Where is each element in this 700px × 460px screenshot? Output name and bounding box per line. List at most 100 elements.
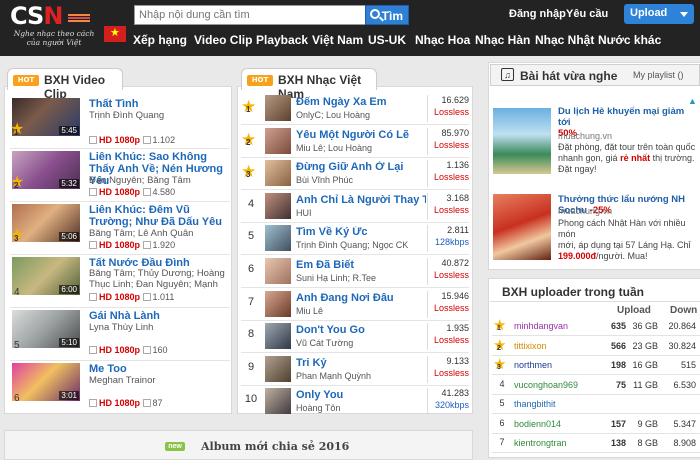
song-artist[interactable]: HUI — [296, 208, 426, 218]
video-title[interactable]: Gái Nhà Lành — [89, 310, 229, 322]
song-title[interactable]: Tri Kỷ — [296, 357, 426, 369]
video-row-5[interactable]: 5:10 5 Gái Nhà Lành Lyna Thùy Linh HD 10… — [10, 308, 230, 361]
ad-image[interactable] — [493, 108, 551, 174]
nav-item-viet-nam[interactable]: Việt Nam — [312, 33, 363, 47]
song-row-6[interactable]: 6 Em Đã Biết Suni Hạ Linh; R.Tee 40.872 Loss… — [241, 255, 469, 288]
search-input[interactable] — [134, 5, 366, 25]
nav-item-japanese[interactable]: Nhạc Nhật — [535, 33, 594, 47]
ad-image[interactable] — [493, 194, 551, 260]
album-section-title[interactable]: Album mới chia sẻ 2016 — [201, 440, 349, 453]
video-artist[interactable]: Lyna Thùy Linh — [89, 322, 229, 333]
video-row-1[interactable]: 5:45 ★ 1 Thất Tình Trịnh Đình Quang HD 10… — [10, 96, 230, 149]
uploader-name[interactable]: northmen — [514, 360, 604, 370]
nav-item-video-clip[interactable]: Video Clip — [194, 33, 252, 47]
video-artist[interactable]: Băng Tâm; Lê Anh Quân — [89, 228, 229, 239]
song-artist[interactable]: Trịnh Đình Quang; Ngọc CK — [296, 240, 426, 250]
search-button[interactable]: Tìm — [365, 5, 409, 25]
video-thumbnail[interactable]: 3:01 — [12, 363, 80, 401]
video-artist[interactable]: Trịnh Đình Quang — [89, 110, 229, 121]
video-thumbnail[interactable]: 5:10 — [12, 310, 80, 348]
video-row-4[interactable]: 6:00 4 Tất Nước Đầu Đình Băng Tâm; Thủy … — [10, 255, 230, 308]
song-title[interactable]: Đếm Ngày Xa Em — [296, 96, 426, 108]
uploader-name[interactable]: tittixixon — [514, 341, 604, 351]
artist-avatar[interactable] — [265, 355, 291, 382]
song-artist[interactable]: Bùi Vĩnh Phúc — [296, 175, 426, 185]
artist-avatar[interactable] — [265, 95, 291, 121]
video-artist[interactable]: Meghan Trainor — [89, 375, 229, 386]
my-playlist-link[interactable]: My playlist () — [633, 70, 684, 80]
uploader-name[interactable]: kientrongtran — [514, 438, 604, 448]
artist-avatar[interactable] — [265, 160, 291, 187]
site-logo[interactable]: CSN Nghe nhạc theo cách của người Việt — [4, 2, 128, 52]
song-title[interactable]: Only You — [296, 389, 426, 401]
video-artist[interactable]: Đan Nguyên; Băng Tâm — [89, 175, 229, 186]
video-title[interactable]: Thất Tình — [89, 98, 229, 110]
song-row-7[interactable]: 7 Anh Đang Nơi Đâu Miu Lê 15.946 Lossless — [241, 288, 469, 321]
recent-title[interactable]: Bài hát vừa nghe — [520, 69, 617, 83]
song-artist[interactable]: OnlyC; Lou Hoàng — [296, 110, 426, 120]
song-row-10[interactable]: 10 Only You Hoàng Tôn 41.283 320kbps — [241, 385, 469, 418]
video-artist[interactable]: Băng Tâm; Thủy Dương; Hoàng Thục Linh; Đa… — [89, 268, 229, 290]
video-row-2[interactable]: 5:32 ★ 2 Liên Khúc: Sao Không Thấy Anh Về… — [10, 149, 230, 202]
nav-item-us-uk[interactable]: US-UK — [368, 33, 406, 47]
uploader-row-5[interactable]: 5 thangbithit — [492, 395, 700, 414]
nav-item-chart[interactable]: Xếp hạng — [133, 33, 187, 47]
uploader-row-2[interactable]: ★ 2 tittixixon 566 23 GB 30.824 — [492, 337, 700, 356]
upload-count: 75 — [615, 379, 626, 390]
song-row-3[interactable]: ★ 3 Đừng Giữ Anh Ở Lại Bùi Vĩnh Phúc 1.136 Lo… — [241, 157, 469, 191]
song-title[interactable]: Yêu Một Người Có Lẽ — [296, 129, 426, 141]
song-title[interactable]: Tìm Về Ký Ức — [296, 226, 426, 238]
upload-button[interactable]: Upload — [624, 4, 694, 24]
video-title[interactable]: Me Too — [89, 363, 229, 375]
uploader-row-7[interactable]: 7 kientrongtran 138 8 GB 8.908 — [492, 434, 700, 453]
song-title[interactable]: Đừng Giữ Anh Ở Lại — [296, 161, 426, 173]
song-artist[interactable]: Miu Lê — [296, 306, 426, 316]
song-artist[interactable]: Suni Hạ Linh; R.Tee — [296, 273, 426, 283]
adchoices-icon[interactable]: ▲ — [688, 96, 697, 106]
song-title[interactable]: Don't You Go — [296, 324, 426, 336]
request-link[interactable]: Yêu cầu — [566, 8, 608, 20]
artist-avatar[interactable] — [265, 192, 291, 219]
song-title[interactable]: Anh Đang Nơi Đâu — [296, 292, 426, 304]
artist-avatar[interactable] — [265, 225, 291, 252]
video-thumbnail[interactable]: 6:00 — [12, 257, 80, 295]
song-row-2[interactable]: ★ 2 Yêu Một Người Có Lẽ Miu Lê; Lou Hoàng 85… — [241, 125, 469, 158]
song-artist[interactable]: Vũ Cát Tường — [296, 338, 426, 348]
video-title[interactable]: Liên Khúc: Đêm Vũ Trường; Như Đã Dấu Yêu — [89, 204, 229, 228]
artist-avatar[interactable] — [265, 290, 291, 317]
uploader-name[interactable]: thangbithit — [514, 399, 604, 409]
uploader-row-1[interactable]: ★ 1 minhdangvan 635 36 GB 20.864 — [492, 317, 700, 336]
song-artist[interactable]: Miu Lê; Lou Hoàng — [296, 143, 426, 153]
nav-item-korean[interactable]: Nhạc Hàn — [475, 33, 530, 47]
video-row-6[interactable]: 3:01 6 Me Too Meghan Trainor HD 1080p 87 — [10, 361, 230, 414]
login-link[interactable]: Đăng nhập — [509, 8, 566, 20]
nav-item-chinese[interactable]: Nhạc Hoa — [415, 33, 470, 47]
song-row-5[interactable]: 5 Tìm Về Ký Ức Trịnh Đình Quang; Ngọc CK 2.… — [241, 222, 469, 256]
nav-item-other[interactable]: Nước khác — [598, 33, 661, 47]
song-row-4[interactable]: 4 Anh Chỉ Là Người Thay Thế HUI3.168Lossle… — [241, 190, 469, 223]
uploader-name[interactable]: minhdangvan — [514, 321, 604, 331]
artist-avatar[interactable] — [265, 127, 291, 154]
uploader-row-3[interactable]: ★ 3 northmen 198 16 GB 515 — [492, 356, 700, 375]
uploader-row-4[interactable]: 4 vuconghoan969 75 11 GB 6.530 — [492, 376, 700, 395]
song-stats: 16.629 Lossless — [427, 95, 469, 122]
song-row-9[interactable]: 9 Tri Kỷ Phan Mạnh Quỳnh 9.133 Lossless — [241, 353, 469, 386]
uploader-row-6[interactable]: 6 bodienn014 157 9 GB 5.347 — [492, 415, 700, 434]
song-artist[interactable]: Hoàng Tôn — [296, 403, 426, 413]
artist-avatar[interactable] — [265, 258, 291, 284]
nav-item-playback[interactable]: Playback — [256, 33, 308, 47]
song-chart-tab[interactable]: HOT BXH Nhạc Việt Nam — [241, 68, 377, 101]
uploader-name[interactable]: vuconghoan969 — [514, 380, 604, 390]
song-title[interactable]: Anh Chỉ Là Người Thay Thế — [296, 194, 426, 206]
video-row-3[interactable]: 5:06 ★ 3 Liên Khúc: Đêm Vũ Trường; Như Đã… — [10, 202, 230, 255]
song-title[interactable]: Em Đã Biết — [296, 259, 426, 271]
video-chart-tab[interactable]: HOT BXH Video Clip — [7, 68, 123, 101]
song-row-8[interactable]: 8 Don't You Go Vũ Cát Tường 1.935 Lossless — [241, 320, 469, 354]
song-artist[interactable]: Phan Mạnh Quỳnh — [296, 371, 426, 381]
uploader-name[interactable]: bodienn014 — [514, 419, 604, 429]
artist-avatar[interactable] — [265, 388, 291, 415]
song-row-1[interactable]: ★ 1 Đếm Ngày Xa Em OnlyC; Lou Hoàng 16.629 Lo… — [241, 92, 469, 125]
rank-star-icon: ★ 2 — [493, 336, 507, 354]
artist-avatar[interactable] — [265, 323, 291, 350]
hot-badge-icon: HOT — [13, 75, 39, 86]
